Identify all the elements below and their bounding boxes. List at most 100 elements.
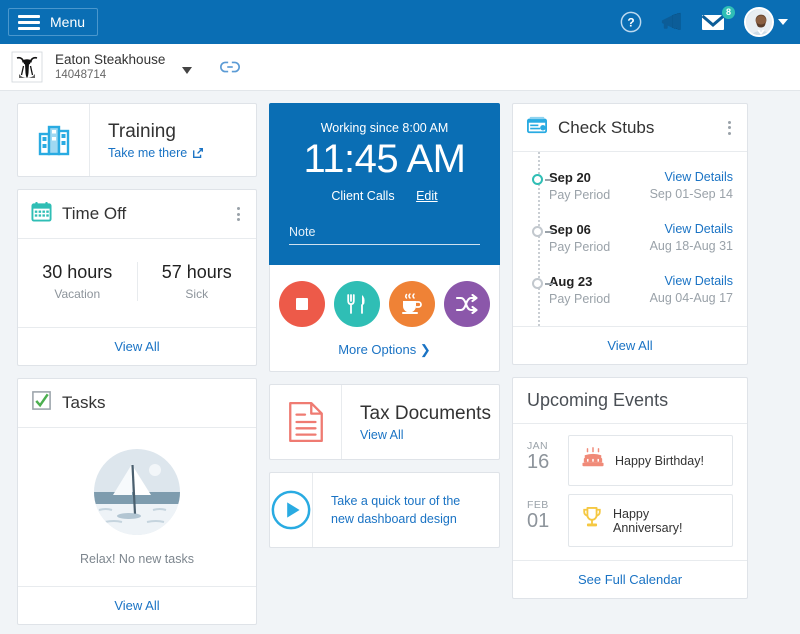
check-stub-period-label: Pay Period [549, 188, 611, 202]
clock-display: Working since 8:00 AM 11:45 AM Client Ca… [269, 103, 500, 265]
time-off-view-all[interactable]: View All [18, 327, 256, 365]
timeline-dot [532, 226, 543, 237]
envelope-icon[interactable]: 8 [701, 4, 736, 33]
middle-column: Working since 8:00 AM 11:45 AM Client Ca… [269, 103, 500, 548]
menu-button[interactable]: Menu [8, 8, 99, 36]
tour-text-wrap: Take a quick tour of the new dashboard d… [313, 473, 499, 547]
see-full-calendar-link[interactable]: See Full Calendar [513, 560, 747, 598]
event-label: Happy Birthday! [615, 453, 704, 468]
check-stub-row: Aug 23 Pay Period View Details Aug 04-Au… [513, 264, 747, 316]
timeline-dot [532, 278, 543, 289]
vacation-hours: 30 hours [42, 262, 113, 282]
timeline-dash [545, 231, 553, 233]
menu-button-label: Menu [50, 14, 86, 30]
steer-logo [10, 50, 44, 84]
check-stub-view-details[interactable]: View Details [650, 170, 733, 184]
tour-link[interactable]: Take a quick tour of the new dashboard d… [331, 492, 483, 528]
training-text: Training Take me there [90, 104, 204, 176]
check-stubs-list: Sep 20 Pay Period View Details Sep 01-Se… [513, 152, 747, 326]
check-stubs-card: Check Stubs Sep 20 Pay Period View Detai… [512, 103, 748, 365]
birthday-cake-icon [581, 447, 605, 474]
tax-documents-card[interactable]: Tax Documents View All [269, 384, 500, 460]
check-stubs-kebab-menu-icon[interactable] [725, 118, 734, 138]
check-stub-info: Sep 06 Pay Period [549, 222, 650, 254]
event-day: 16 [527, 451, 550, 473]
tax-documents-text: Tax Documents View All [342, 385, 491, 459]
training-link-label: Take me there [108, 145, 188, 160]
mail-badge: 8 [721, 4, 736, 20]
external-link-icon [193, 147, 204, 158]
vacation-label: Vacation [54, 287, 101, 301]
left-column: Training Take me there Time Off 30 hours… [17, 103, 257, 625]
upcoming-events-list: JAN 16 Happy Birthday! FEB 01 Happy Anni… [513, 424, 747, 560]
check-stub-period-label: Pay Period [549, 240, 611, 254]
training-card[interactable]: Training Take me there [17, 103, 257, 177]
transfer-button[interactable] [444, 281, 490, 327]
company-switch-chevron-down-icon[interactable] [182, 66, 193, 74]
event-item: JAN 16 Happy Birthday! [527, 435, 733, 486]
shuffle-arrows-icon [455, 294, 478, 314]
dashboard-tour-card[interactable]: Take a quick tour of the new dashboard d… [269, 472, 500, 548]
check-stub-actions: View Details Aug 04-Aug 17 [650, 274, 733, 305]
svg-text:?: ? [627, 16, 634, 30]
megaphone-icon[interactable] [659, 11, 684, 33]
tax-documents-view-all[interactable]: View All [360, 428, 491, 442]
check-stub-view-details[interactable]: View Details [650, 274, 733, 288]
clock-department: Client Calls [331, 189, 395, 203]
clock-department-row: Client Calls Edit [289, 189, 480, 203]
time-off-stat-sick: 57 hours Sick [136, 262, 257, 301]
tasks-view-all[interactable]: View All [18, 586, 256, 624]
tax-documents-title: Tax Documents [360, 402, 491, 424]
more-options-label: More Options [338, 342, 417, 357]
chevron-down-icon [778, 19, 788, 25]
time-clock-widget: Working since 8:00 AM 11:45 AM Client Ca… [269, 103, 500, 372]
event-row-birthday[interactable]: Happy Birthday! [568, 435, 733, 486]
check-stub-range: Aug 18-Aug 31 [649, 239, 733, 253]
time-off-stats: 30 hours Vacation 57 hours Sick [18, 239, 256, 327]
time-off-header: Time Off [18, 190, 256, 239]
checkbox-checked-icon [31, 390, 52, 416]
check-stub-row: Sep 20 Pay Period View Details Sep 01-Se… [513, 160, 747, 212]
note-input[interactable]: Note [289, 225, 480, 245]
time-off-stat-vacation: 30 hours Vacation [18, 262, 137, 301]
tasks-card: Tasks Relax! No new tasks View All [17, 378, 257, 625]
more-options-link[interactable]: More Options ❯ [270, 342, 499, 358]
top-navigation-bar: Menu ? 8 [0, 0, 800, 44]
time-off-kebab-menu-icon[interactable] [234, 204, 243, 224]
tasks-empty-message: Relax! No new tasks [80, 552, 194, 566]
avatar-menu[interactable] [744, 7, 788, 37]
time-off-card: Time Off 30 hours Vacation 57 hours Sick… [17, 189, 257, 366]
check-stub-range: Sep 01-Sep 14 [649, 187, 733, 201]
chevron-right-icon: ❯ [419, 342, 431, 357]
trophy-icon [581, 506, 603, 535]
help-circle-icon[interactable]: ? [620, 11, 642, 33]
tasks-title: Tasks [62, 393, 106, 412]
check-stub-info: Sep 20 Pay Period [549, 170, 650, 202]
check-stubs-view-all[interactable]: View All [513, 326, 747, 364]
working-since-label: Working since 8:00 AM [320, 121, 449, 135]
avatar [744, 7, 774, 37]
tour-tile: Take a quick tour of the new dashboard d… [270, 473, 499, 547]
break-button[interactable] [389, 281, 435, 327]
training-tile: Training Take me there [18, 104, 256, 176]
check-stub-date: Sep 20 [549, 170, 591, 185]
timeline-dot-active [532, 174, 543, 185]
hamburger-icon [18, 14, 40, 30]
training-title: Training [108, 120, 176, 142]
event-row-anniversary[interactable]: Happy Anniversary! [568, 494, 733, 547]
time-off-title: Time Off [62, 204, 127, 223]
top-bar-actions: ? 8 [620, 4, 788, 37]
check-stub-info: Aug 23 Pay Period [549, 274, 650, 306]
current-time: 11:45 AM [303, 137, 466, 181]
fork-knife-icon [347, 294, 365, 314]
building-chart-icon [18, 104, 90, 176]
sick-label: Sick [185, 287, 209, 301]
edit-department-link[interactable]: Edit [416, 189, 438, 203]
check-stub-view-details[interactable]: View Details [650, 222, 733, 236]
upcoming-events-header: Upcoming Events [513, 378, 747, 424]
link-chain-icon[interactable] [219, 59, 241, 75]
stop-button[interactable] [279, 281, 325, 327]
training-link[interactable]: Take me there [108, 146, 204, 160]
meal-button[interactable] [334, 281, 380, 327]
check-stubs-title: Check Stubs [558, 117, 655, 137]
